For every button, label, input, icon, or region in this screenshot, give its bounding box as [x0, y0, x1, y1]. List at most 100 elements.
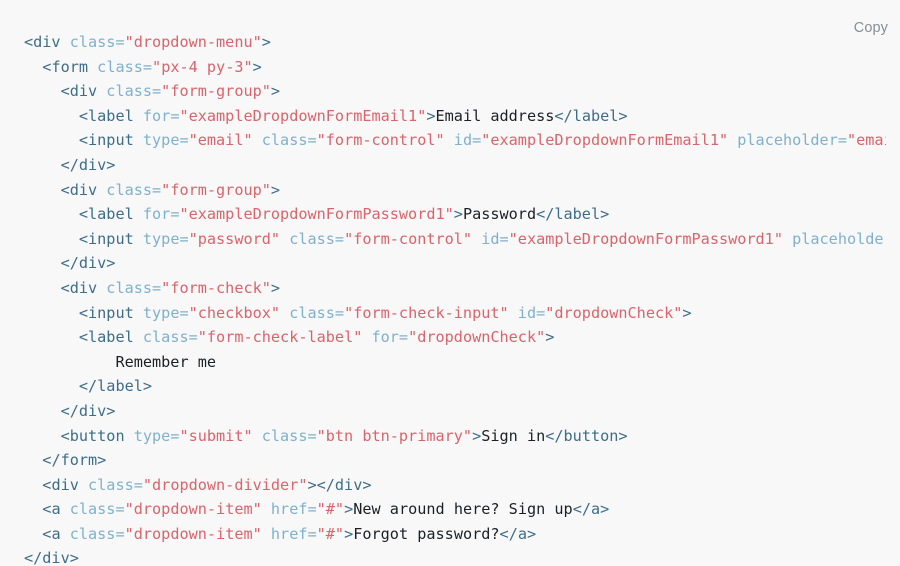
code-token-tag: </a> — [572, 500, 610, 519]
code-token-attr: href= — [261, 524, 317, 543]
code-line: <div class="form-check"> — [24, 276, 886, 301]
code-token-tag: > — [261, 33, 271, 51]
code-line: <label for="exampleDropdownFormEmail1">E… — [24, 104, 886, 129]
code-token-str: "email" — [188, 131, 253, 150]
code-line: </div> — [24, 251, 886, 276]
code-token-attr: class= — [252, 131, 317, 150]
code-token-str: "dropdown-item" — [124, 500, 262, 519]
code-token-str: "px-4 py-3" — [152, 57, 253, 76]
code-token-tag: <label — [78, 106, 143, 125]
code-token-attr: class= — [142, 328, 198, 347]
code-token-attr: id= — [472, 229, 509, 248]
code-token-str: "form-check" — [161, 278, 271, 297]
code-token-str: "exampleDropdownFormEmail1" — [481, 131, 729, 150]
code-token-attr: class= — [252, 426, 317, 445]
code-token-str: "dropdownCheck" — [408, 328, 546, 347]
code-token-attr: for= — [142, 106, 180, 125]
code-token-attr: type= — [133, 426, 180, 445]
code-token-tag: <a — [42, 524, 70, 543]
code-line: <div class="form-group"> — [24, 79, 886, 104]
code-line: <div class="dropdown-divider"></div> — [24, 473, 886, 498]
code-line: </div> — [24, 399, 886, 424]
code-token-attr: class= — [69, 524, 125, 543]
code-block[interactable]: <div class="dropdown-menu"> <form class=… — [0, 30, 886, 566]
code-token-text: Sign in — [481, 426, 546, 445]
code-token-attr: id= — [508, 303, 546, 322]
code-token-str: "password" — [188, 229, 281, 248]
code-token-attr: class= — [106, 82, 162, 101]
code-token-tag: <a — [42, 500, 70, 519]
code-token-attr: for= — [142, 205, 180, 224]
code-line: <input type="email" class="form-control"… — [24, 128, 886, 153]
code-token-str: "form-check-input" — [344, 303, 509, 322]
code-token-str: "dropdown-item" — [124, 524, 262, 543]
code-token-tag: <div — [60, 180, 107, 199]
code-token-attr: class= — [69, 500, 125, 519]
code-token-tag: </div> — [60, 254, 116, 273]
code-token-tag: > — [270, 180, 281, 199]
code-token-attr: placeholder= — [792, 229, 886, 248]
code-line: <a class="dropdown-item" href="#">New ar… — [24, 497, 886, 522]
code-token-attr: href= — [261, 500, 317, 519]
code-token-attr: class= — [69, 33, 125, 51]
code-token-tag: > — [545, 328, 555, 347]
code-token-tag: > — [682, 303, 692, 322]
code-token-tag: > — [344, 524, 354, 543]
code-line: <label for="exampleDropdownFormPassword1… — [24, 202, 886, 227]
code-token-tag: ></div> — [307, 475, 372, 494]
copy-button[interactable]: Copy — [848, 16, 894, 40]
code-token-str: "form-control" — [316, 131, 445, 150]
code-line: </form> — [24, 448, 886, 473]
code-token-str: "dropdown-divider" — [142, 475, 308, 494]
code-token-text: New around here? Sign up — [353, 500, 573, 519]
code-token-tag: > — [270, 82, 281, 101]
code-token-str: "exampleDropdownFormPassword1" — [179, 205, 454, 224]
code-lines: <div class="dropdown-menu"> <form class=… — [0, 30, 886, 566]
code-token-tag: <div — [42, 475, 89, 494]
code-token-str: "btn btn-primary" — [316, 426, 473, 445]
code-token-str: "#" — [316, 524, 345, 543]
code-token-str: "form-group" — [161, 180, 271, 199]
code-token-str: "submit" — [179, 426, 253, 445]
code-token-tag: <div — [24, 33, 70, 51]
code-token-attr: class= — [106, 278, 162, 297]
code-token-str: "form-group" — [161, 82, 271, 101]
code-line: Remember me — [24, 350, 886, 375]
code-token-text: Email address — [435, 106, 555, 125]
code-line: <label class="form-check-label" for="dro… — [24, 325, 886, 350]
code-token-str: "exampleDropdownFormEmail1" — [179, 106, 427, 125]
code-token-tag: > — [252, 57, 262, 76]
code-token-text: Remember me — [115, 352, 217, 371]
code-line: <input type="password" class="form-contr… — [24, 227, 886, 252]
code-line: </label> — [24, 374, 886, 399]
code-token-tag: </div> — [60, 401, 116, 420]
code-token-str: "#" — [316, 500, 345, 519]
code-token-tag: <input — [78, 131, 143, 150]
code-token-tag: <form — [42, 57, 98, 76]
code-token-tag: <button — [60, 426, 134, 445]
code-line: <button type="submit" class="btn btn-pri… — [24, 424, 886, 449]
code-token-tag: </div> — [60, 155, 116, 174]
code-line: <div class="dropdown-menu"> — [24, 30, 886, 55]
code-token-tag: </a> — [499, 524, 537, 543]
code-snippet-viewer: Copy <div class="dropdown-menu"> <form c… — [0, 0, 900, 566]
code-token-tag: </form> — [42, 451, 107, 470]
code-token-attr: class= — [97, 57, 153, 76]
code-line: <form class="px-4 py-3"> — [24, 55, 886, 80]
code-token-tag: </label> — [78, 377, 153, 396]
code-token-tag: > — [270, 278, 281, 297]
